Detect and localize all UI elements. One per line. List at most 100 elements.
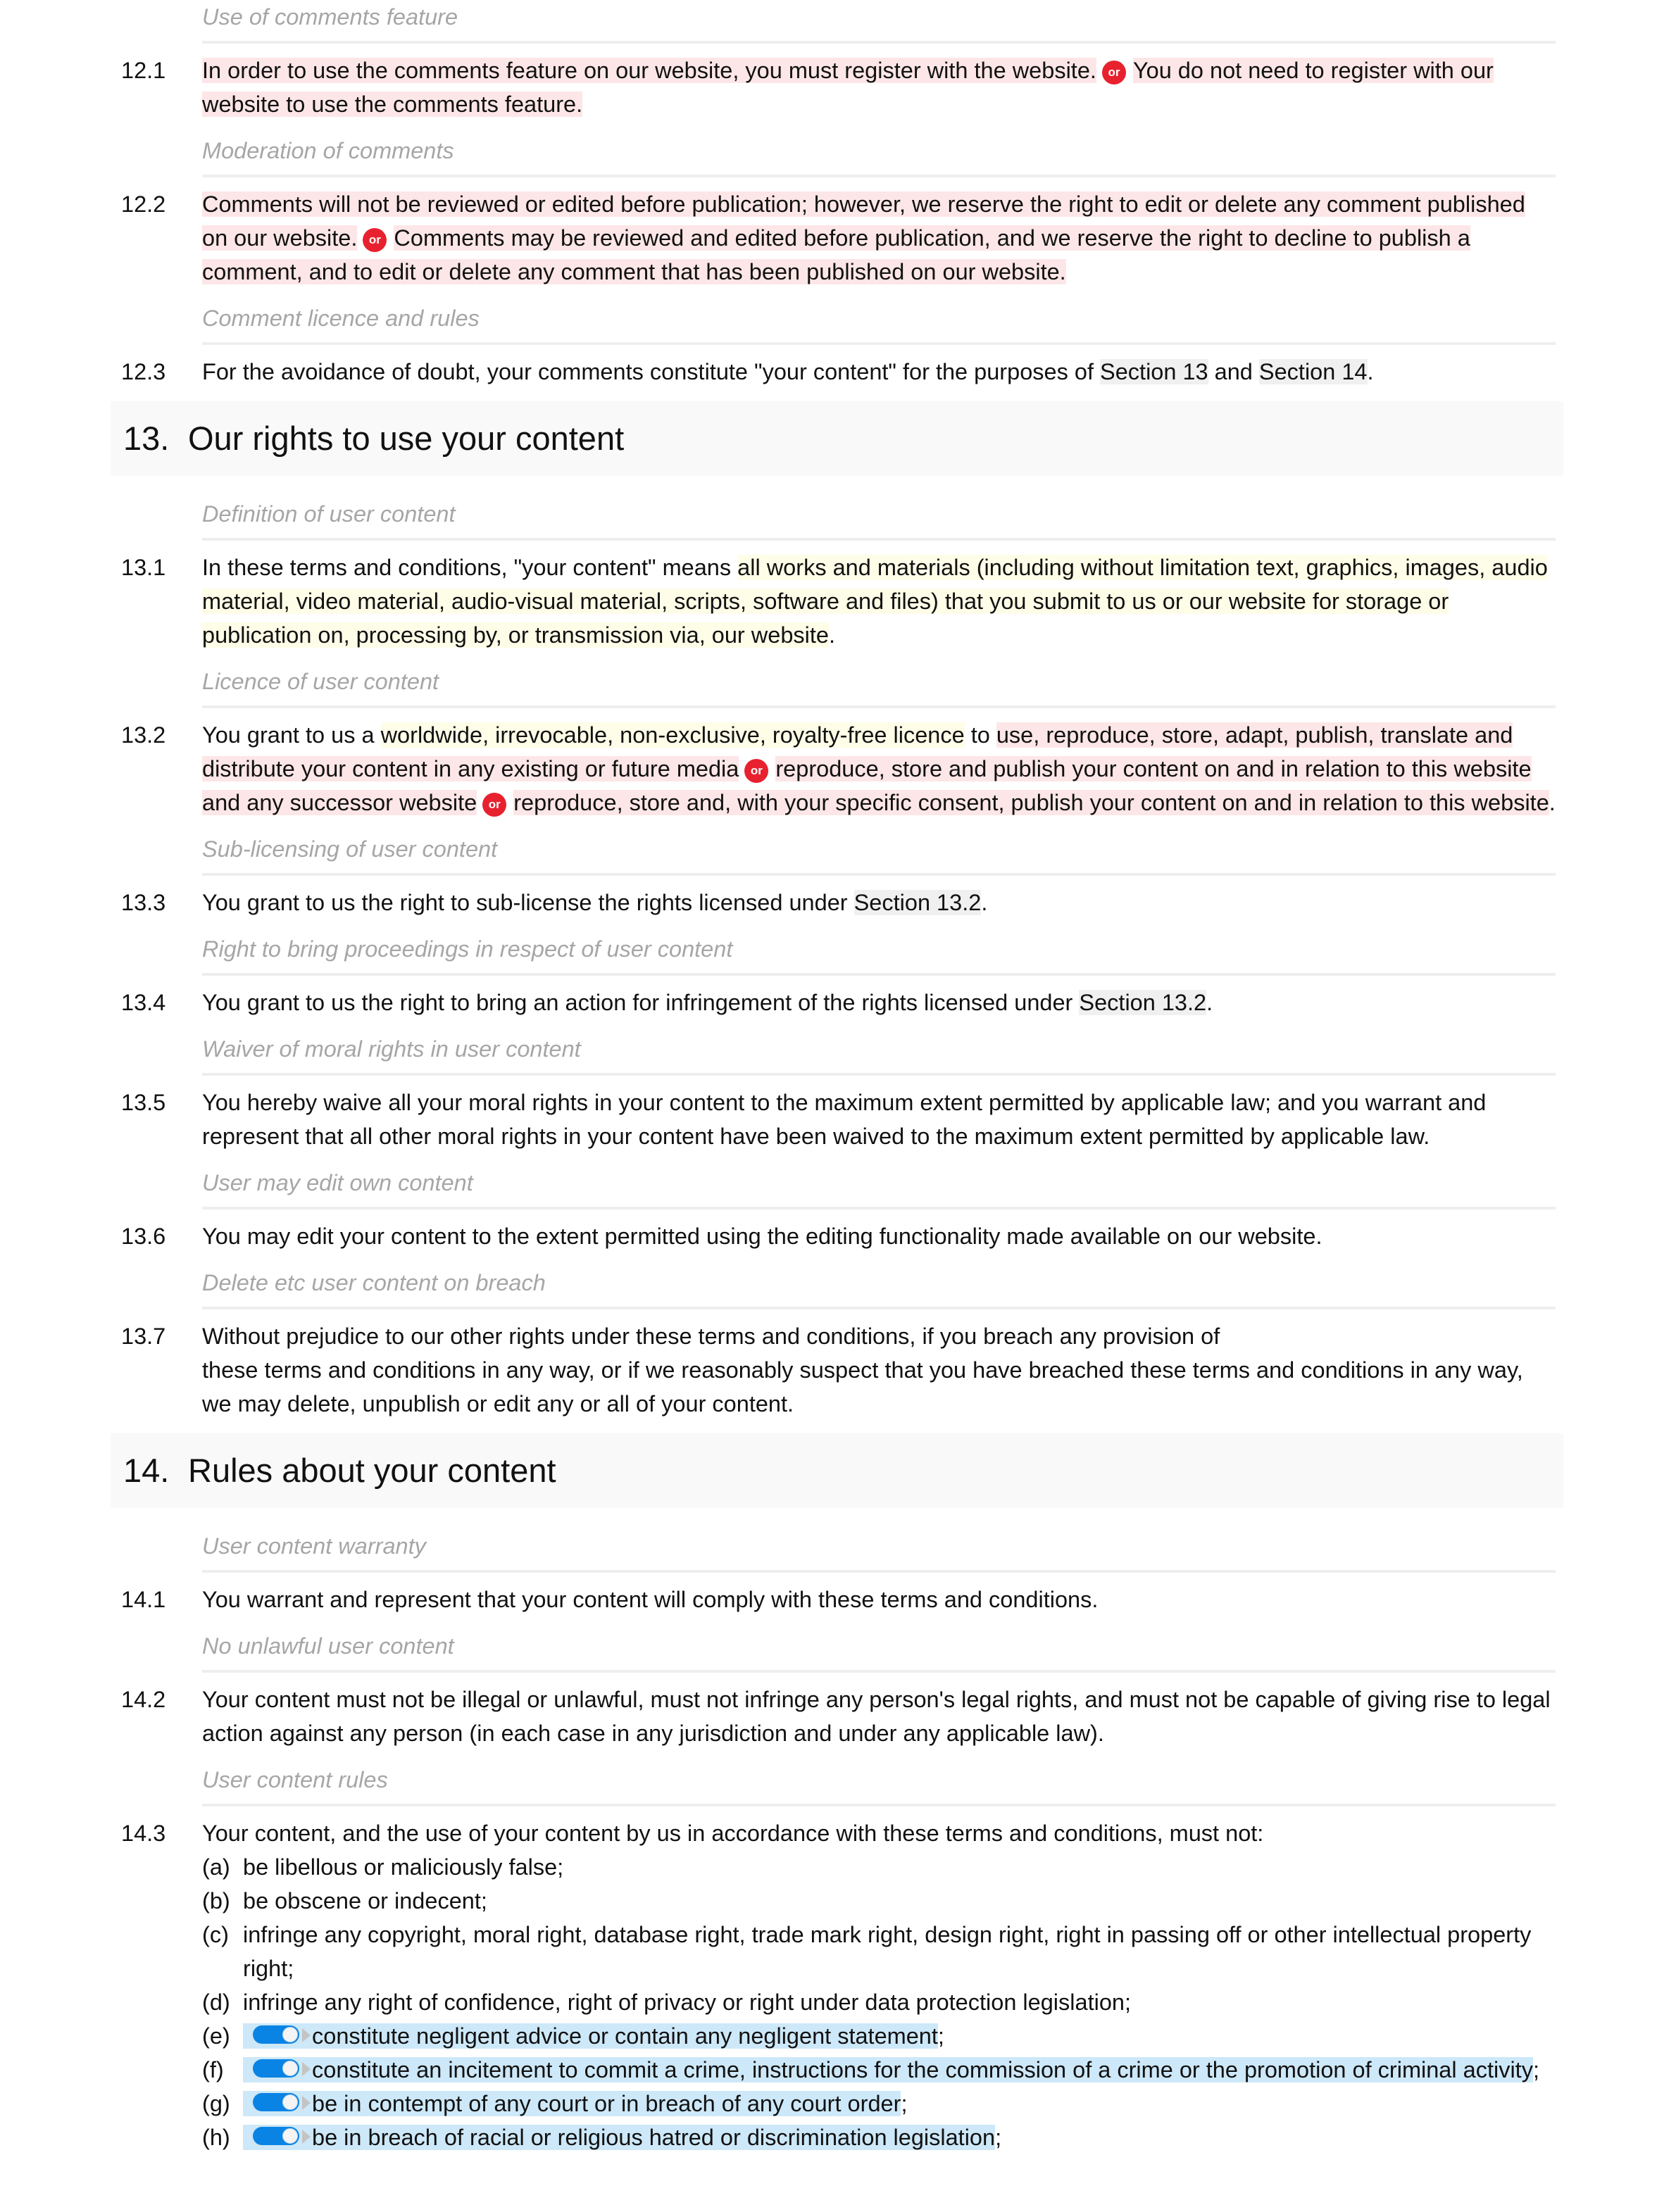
sub-clause-text: constitute negligent advice or contain a… xyxy=(312,2023,938,2049)
clause-body: You grant to us the right to bring an ac… xyxy=(202,986,1556,1019)
clause-number: 13.5 xyxy=(121,1090,166,1115)
sub-clause-list: (a) be libellous or maliciously false; (b)… xyxy=(202,1850,1556,2154)
sub-clause-item: (e) constitute negligent advice or contai… xyxy=(202,2019,1556,2053)
section-number: 14. xyxy=(123,1452,170,1489)
toggle-switch-icon[interactable] xyxy=(253,2093,299,2111)
section-reference-link[interactable]: Section 13.2 xyxy=(1079,990,1207,1015)
toggle-switch-icon[interactable] xyxy=(253,2127,299,2145)
clause-14-2: 14.2 Your content must not be illegal or… xyxy=(0,1683,1676,1750)
clause-text: . xyxy=(1206,990,1213,1015)
sub-clause-suffix: ; xyxy=(937,2023,944,2049)
clause-13-2: 13.2 You grant to us a worldwide, irrevo… xyxy=(0,718,1676,819)
clause-subheading: User may edit own content xyxy=(202,1166,1556,1209)
section-reference-link[interactable]: Section 13 xyxy=(1100,359,1208,384)
sub-clause-letter: (e) xyxy=(202,2023,230,2049)
or-badge-icon[interactable]: or xyxy=(363,228,387,252)
clause-number: 12.2 xyxy=(121,191,166,217)
sub-clause-item: (a) be libellous or maliciously false; xyxy=(202,1850,1556,1884)
clause-text: these terms and conditions in any way, o… xyxy=(202,1357,1523,1416)
clause-13-5: 13.5 You hereby waive all your moral rig… xyxy=(0,1086,1676,1153)
clause-12-3: 12.3 For the avoidance of doubt, your co… xyxy=(0,355,1676,389)
clause-text: . xyxy=(1549,790,1556,815)
clause-body: For the avoidance of doubt, your comment… xyxy=(202,355,1556,389)
clause-12-1: 12.1 In order to use the comments featur… xyxy=(0,54,1676,121)
triangle-right-icon xyxy=(302,2028,311,2042)
clause-number: 13.7 xyxy=(121,1324,166,1349)
clause-body: Comments will not be reviewed or edited … xyxy=(202,187,1556,289)
triangle-right-icon xyxy=(302,2062,311,2076)
option-text[interactable]: reproduce, store and, with your specific… xyxy=(513,790,1549,815)
sub-clause-letter: (d) xyxy=(202,1990,230,2015)
clause-subheading: No unlawful user content xyxy=(202,1629,1556,1673)
clause-13-6: 13.6 You may edit your content to the ex… xyxy=(0,1219,1676,1253)
clause-13-1: 13.1 In these terms and conditions, "you… xyxy=(0,551,1676,652)
sub-clause-item: (h) be in breach of racial or religious h… xyxy=(202,2120,1556,2154)
clause-text: and xyxy=(1208,359,1259,384)
clause-body: You warrant and represent that your cont… xyxy=(202,1587,1099,1612)
clause-number: 12.3 xyxy=(121,359,166,384)
clause-subheading: Comment licence and rules xyxy=(202,301,1556,345)
clause-text: . xyxy=(1367,359,1374,384)
clause-number: 13.4 xyxy=(121,990,166,1015)
sub-clause-text-wrapper: constitute an incitement to commit a cri… xyxy=(243,2053,1556,2087)
or-badge-icon[interactable]: or xyxy=(1101,61,1126,84)
clause-text: . xyxy=(828,622,836,648)
sub-clause-text: constitute an incitement to commit a cri… xyxy=(312,2057,1533,2082)
clause-body: Without prejudice to our other rights un… xyxy=(202,1319,1556,1421)
sub-clause-item: (c) infringe any copyright, moral right, … xyxy=(202,1918,1556,1985)
clause-text: . xyxy=(981,890,988,915)
sub-clause-letter: (g) xyxy=(202,2091,230,2116)
sub-clause-suffix: ; xyxy=(901,2091,908,2116)
clause-body: In order to use the comments feature on … xyxy=(202,54,1556,121)
clause-number: 14.3 xyxy=(121,1821,166,1846)
clause-body: Your content must not be illegal or unla… xyxy=(202,1687,1551,1746)
sub-clause-letter: (b) xyxy=(202,1888,230,1913)
sub-clause-text-wrapper: be in contempt of any court or in breach… xyxy=(243,2087,1556,2120)
clause-14-3: 14.3 Your content, and the use of your c… xyxy=(0,1816,1676,1850)
clause-subheading: Moderation of comments xyxy=(202,134,1556,177)
sub-clause-text: be in breach of racial or religious hatr… xyxy=(312,2125,996,2150)
sub-clause-item: (d) infringe any right of confidence, rig… xyxy=(202,1985,1556,2019)
sub-clause-item: (f) constitute an incitement to commit a … xyxy=(202,2053,1556,2087)
clause-number: 13.3 xyxy=(121,890,166,915)
definition-text[interactable]: worldwide, irrevocable, non-exclusive, r… xyxy=(380,722,965,748)
optional-text-highlight: constitute negligent advice or contain a… xyxy=(243,2023,938,2049)
clause-13-4: 13.4 You grant to us the right to bring … xyxy=(0,986,1676,1019)
clause-text: In these terms and conditions, "your con… xyxy=(202,555,738,580)
section-reference-link[interactable]: Section 13.2 xyxy=(853,890,982,915)
clause-14-1: 14.1 You warrant and represent that your… xyxy=(0,1583,1676,1616)
clause-body: You hereby waive all your moral rights i… xyxy=(202,1090,1487,1149)
clause-body: In these terms and conditions, "your con… xyxy=(202,551,1556,652)
sub-clause-text: infringe any right of confidence, right … xyxy=(243,1990,1131,2015)
clause-text: to xyxy=(964,722,996,748)
or-badge-icon[interactable]: or xyxy=(744,759,769,783)
clause-subheading: User content warranty xyxy=(202,1529,1556,1573)
section-number: 13. xyxy=(123,420,170,457)
section-heading-13: 13. Our rights to use your content xyxy=(111,401,1563,476)
clause-number: 13.6 xyxy=(121,1224,166,1249)
clause-12-2: 12.2 Comments will not be reviewed or ed… xyxy=(0,187,1676,289)
toggle-switch-icon[interactable] xyxy=(253,2025,299,2044)
clause-subheading: Use of comments feature xyxy=(202,0,1556,44)
sub-clause-text-wrapper: be in breach of racial or religious hatr… xyxy=(243,2120,1556,2154)
clause-number: 13.1 xyxy=(121,555,166,580)
or-badge-icon[interactable]: or xyxy=(482,793,507,817)
sub-clause-text: be obscene or indecent; xyxy=(243,1888,487,1913)
clause-subheading: Delete etc user content on breach xyxy=(202,1266,1556,1309)
sub-clause-text-wrapper: constitute negligent advice or contain a… xyxy=(243,2019,1556,2053)
clause-number: 12.1 xyxy=(121,58,166,83)
sub-clause-suffix: ; xyxy=(995,2125,1002,2150)
clause-subheading: Definition of user content xyxy=(202,497,1556,541)
clause-text: Without prejudice to our other rights un… xyxy=(202,1324,1220,1349)
clause-number: 13.2 xyxy=(121,722,166,748)
sub-clause-text: be in contempt of any court or in breach… xyxy=(312,2091,901,2116)
section-reference-link[interactable]: Section 14 xyxy=(1258,359,1368,384)
clause-13-3: 13.3 You grant to us the right to sub-li… xyxy=(0,886,1676,919)
option-text[interactable]: In order to use the comments feature on … xyxy=(202,58,1096,83)
clause-text: You grant to us a xyxy=(202,722,381,748)
clause-subheading: Licence of user content xyxy=(202,665,1556,708)
toggle-switch-icon[interactable] xyxy=(253,2059,299,2078)
clause-subheading: Right to bring proceedings in respect of… xyxy=(202,932,1556,976)
option-text[interactable]: Comments may be reviewed and edited befo… xyxy=(202,225,1470,284)
sub-clause-item: (b) be obscene or indecent; xyxy=(202,1884,1556,1918)
